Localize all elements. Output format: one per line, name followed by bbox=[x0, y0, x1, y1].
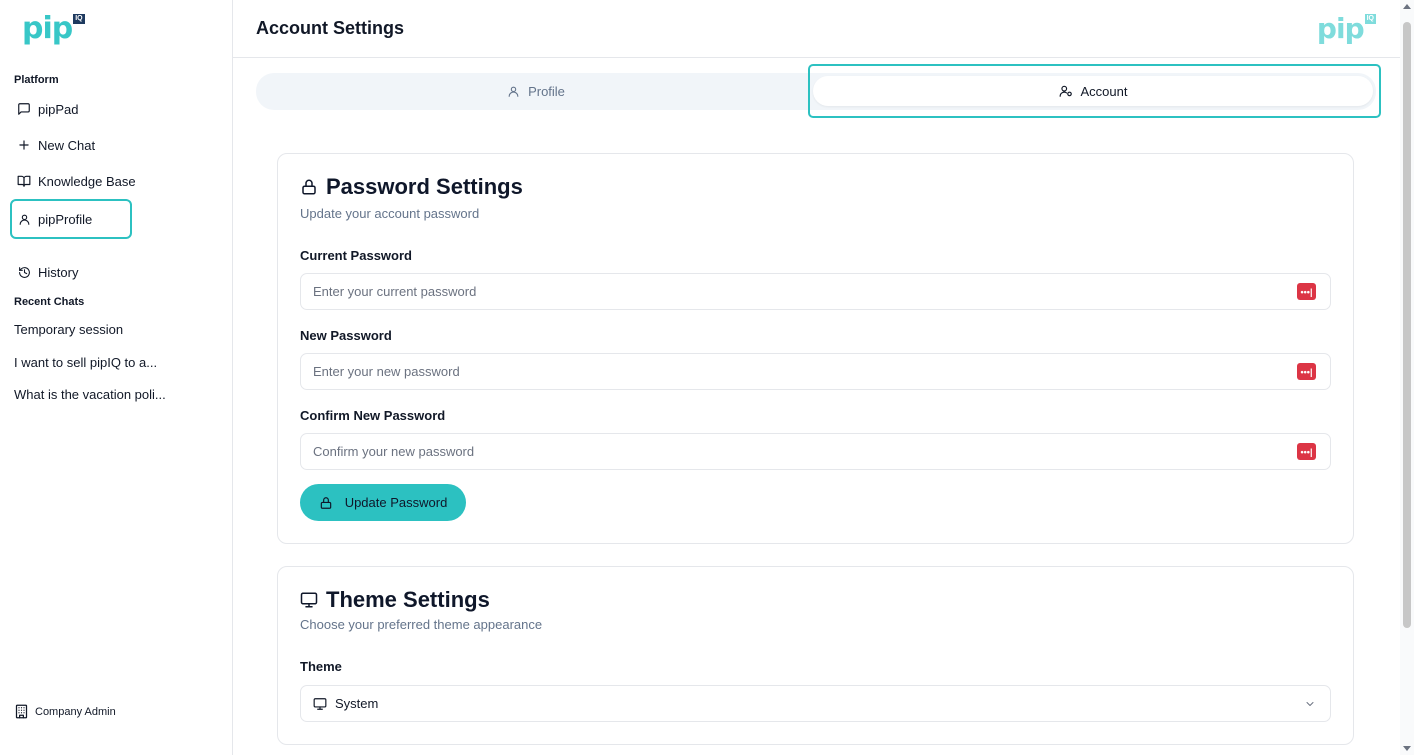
input-placeholder: Enter your current password bbox=[313, 284, 477, 299]
theme-settings-subtitle: Choose your preferred theme appearance bbox=[300, 617, 543, 632]
history-icon bbox=[16, 264, 32, 280]
current-password-label: Current Password bbox=[300, 248, 412, 263]
lock-icon bbox=[300, 178, 318, 196]
plus-icon bbox=[16, 137, 32, 153]
page-scrollbar[interactable] bbox=[1400, 0, 1414, 755]
user-icon bbox=[16, 211, 32, 227]
sidebar-item-knowledge-base[interactable]: Knowledge Base bbox=[10, 164, 210, 198]
logo-text: pip bbox=[22, 11, 73, 46]
top-header: Account Settings pip IQ bbox=[233, 0, 1414, 58]
sidebar-item-pipprofile[interactable]: pipProfile bbox=[10, 199, 132, 239]
card-title-text: Theme Settings bbox=[326, 587, 490, 612]
sidebar-item-pippad[interactable]: pipPad bbox=[10, 92, 210, 126]
sidebar: pip IQ Platform pipPad New Chat Knowledg… bbox=[0, 0, 233, 755]
tab-profile[interactable]: Profile bbox=[256, 73, 816, 110]
confirm-password-input[interactable]: Confirm your new password •••| bbox=[300, 433, 1331, 470]
input-placeholder: Enter your new password bbox=[313, 364, 460, 379]
lock-icon bbox=[319, 496, 333, 510]
company-admin-link[interactable]: Company Admin bbox=[14, 704, 116, 719]
page-title: Account Settings bbox=[256, 18, 405, 38]
scroll-up-arrow[interactable] bbox=[1403, 4, 1411, 9]
recent-chat-item[interactable]: I want to sell pipIQ to a... bbox=[14, 355, 157, 370]
new-password-input[interactable]: Enter your new password •••| bbox=[300, 353, 1331, 390]
monitor-icon bbox=[313, 697, 327, 711]
theme-select-value: System bbox=[335, 696, 379, 711]
monitor-icon bbox=[300, 591, 318, 609]
sidebar-item-label: pipPad bbox=[38, 101, 79, 117]
sidebar-item-label: History bbox=[38, 264, 79, 280]
tab-account[interactable]: Account bbox=[813, 76, 1373, 106]
theme-settings-title: Theme Settings bbox=[300, 587, 490, 613]
sidebar-item-new-chat[interactable]: New Chat bbox=[10, 128, 210, 162]
password-manager-icon[interactable]: •••| bbox=[1297, 283, 1316, 300]
password-manager-icon[interactable]: •••| bbox=[1297, 443, 1316, 460]
tab-label: Account bbox=[1080, 83, 1128, 99]
sidebar-item-label: Knowledge Base bbox=[38, 173, 136, 189]
current-password-input[interactable]: Enter your current password •••| bbox=[300, 273, 1331, 310]
company-admin-label: Company Admin bbox=[35, 705, 116, 718]
input-placeholder: Confirm your new password bbox=[313, 444, 475, 459]
user-icon bbox=[507, 85, 520, 98]
platform-section-label: Platform bbox=[14, 74, 59, 86]
update-password-button[interactable]: Update Password bbox=[300, 484, 466, 521]
logo-badge: IQ bbox=[73, 14, 85, 24]
tab-label: Profile bbox=[528, 84, 565, 99]
user-cog-icon bbox=[1059, 84, 1073, 98]
theme-label: Theme bbox=[300, 659, 342, 674]
book-open-icon bbox=[16, 173, 32, 189]
confirm-password-label: Confirm New Password bbox=[300, 408, 446, 423]
password-settings-card: Password Settings Update your account pa… bbox=[277, 153, 1354, 544]
scroll-down-arrow[interactable] bbox=[1403, 746, 1411, 751]
theme-select[interactable]: System bbox=[300, 685, 1331, 722]
theme-settings-card: Theme Settings Choose your preferred the… bbox=[277, 566, 1354, 745]
password-manager-icon[interactable]: •••| bbox=[1297, 363, 1316, 380]
message-square-icon bbox=[16, 101, 32, 117]
recent-chats-label: Recent Chats bbox=[14, 296, 85, 308]
password-settings-title: Password Settings bbox=[300, 174, 523, 200]
scroll-thumb[interactable] bbox=[1403, 22, 1411, 628]
recent-chat-item[interactable]: What is the vacation poli... bbox=[14, 387, 166, 402]
new-password-label: New Password bbox=[300, 328, 392, 343]
card-title-text: Password Settings bbox=[326, 174, 523, 199]
chevron-down-icon bbox=[1304, 698, 1316, 710]
logo-badge: IQ bbox=[1364, 14, 1376, 24]
recent-chat-item[interactable]: Temporary session bbox=[14, 322, 123, 337]
logo[interactable]: pip IQ bbox=[22, 12, 85, 46]
password-settings-subtitle: Update your account password bbox=[300, 206, 480, 221]
logo-text: pip bbox=[1316, 12, 1365, 45]
sidebar-item-history[interactable]: History bbox=[10, 255, 210, 289]
building-icon bbox=[14, 704, 29, 719]
header-logo: pip IQ bbox=[1317, 12, 1376, 46]
sidebar-item-label: New Chat bbox=[38, 137, 96, 153]
sidebar-item-label: pipProfile bbox=[38, 211, 93, 227]
button-label: Update Password bbox=[344, 495, 448, 510]
